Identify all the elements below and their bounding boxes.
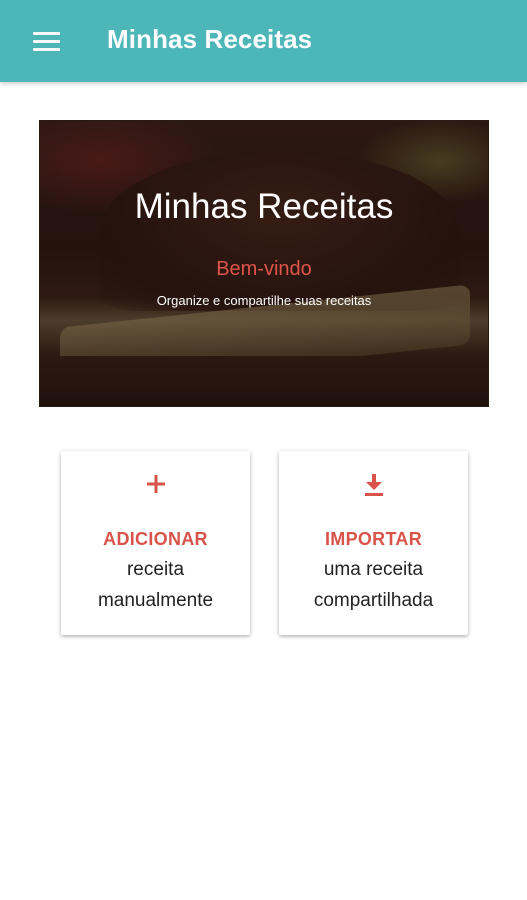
hero-banner: Minhas Receitas Bem-vindo Organize e com…	[39, 120, 489, 407]
import-recipe-heading: IMPORTAR	[324, 529, 423, 549]
plus-icon	[61, 473, 250, 499]
hamburger-menu-icon[interactable]	[28, 27, 66, 55]
hero-title: Minhas Receitas	[134, 187, 394, 226]
import-recipe-card[interactable]: IMPORTAR uma receita compartilhada	[279, 451, 468, 635]
download-icon	[279, 473, 468, 499]
import-recipe-line2: compartilhada	[313, 590, 434, 611]
add-recipe-card[interactable]: ADICIONAR receita manualmente	[61, 451, 250, 635]
app-bar: Minhas Receitas	[0, 0, 527, 82]
hero-subtitle: Organize e compartilhe suas receitas	[156, 293, 372, 308]
add-recipe-heading: ADICIONAR	[103, 529, 208, 549]
app-title: Minhas Receitas	[107, 24, 313, 54]
add-recipe-line1: receita	[126, 559, 185, 580]
import-recipe-line1: uma receita	[323, 559, 424, 580]
hero-welcome: Bem-vindo	[216, 258, 312, 280]
add-recipe-line2: manualmente	[97, 590, 214, 611]
